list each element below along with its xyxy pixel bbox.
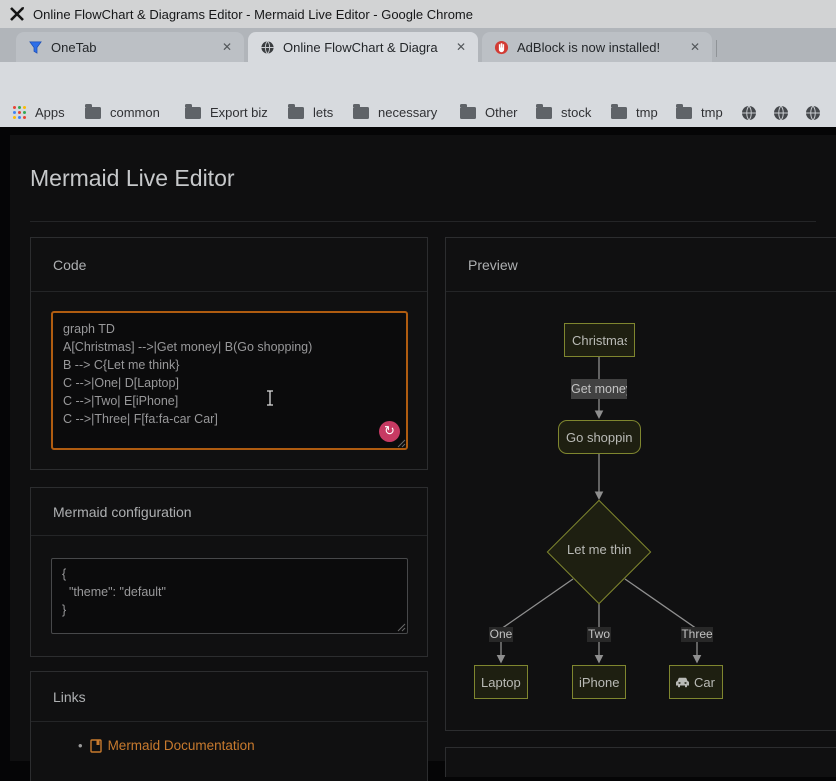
tab-close-icon[interactable]: ✕ [214, 40, 244, 54]
page-viewport: Mermaid Live Editor Code graph TD A[Chri… [0, 127, 836, 761]
resize-handle[interactable] [397, 623, 406, 632]
folder-icon [288, 107, 304, 119]
edge-label-two: Two [587, 627, 611, 642]
window-titlebar: Online FlowChart & Diagrams Editor - Mer… [0, 0, 836, 28]
document-icon [90, 739, 102, 753]
folder-label: necessary [378, 105, 437, 120]
globe-icon [773, 105, 789, 121]
tab-adblock[interactable]: AdBlock is now installed! ✕ [482, 32, 712, 62]
tab-onetab[interactable]: OneTab ✕ [16, 32, 244, 62]
browser-toolbar: ← → ↻ ⌂ localhost:1234/#/edit... ☆ S 3 [0, 62, 836, 98]
node-label: Christmas [572, 333, 627, 348]
preview-panel: Preview [445, 237, 836, 731]
folder-icon [536, 107, 552, 119]
preview-panel-header: Preview [446, 238, 836, 292]
onetab-icon [28, 40, 43, 55]
tab-label: Online FlowChart & Diagra [283, 40, 448, 55]
node-label: Let me think [567, 542, 631, 562]
edge-label-three: Three [681, 627, 713, 642]
list-bullet: • [78, 738, 83, 753]
links-list: • Mermaid Documentation [78, 738, 255, 753]
link-label: Mermaid Documentation [108, 738, 255, 753]
tab-divider [716, 40, 717, 57]
bottom-right-panel [445, 747, 836, 777]
bookmark-folder[interactable]: lets [288, 98, 333, 127]
edge-label-get-money: Get money [571, 379, 627, 399]
bookmark-folder[interactable]: stock [536, 98, 591, 127]
folder-label: common [110, 105, 160, 120]
folder-label: tmp [636, 105, 658, 120]
window-title: Online FlowChart & Diagrams Editor - Mer… [33, 7, 473, 22]
window-favicon-x-icon [9, 6, 25, 22]
config-panel-title: Mermaid configuration [53, 504, 192, 520]
page-container: Mermaid Live Editor Code graph TD A[Chri… [10, 135, 836, 761]
flowchart-node-go-shopping: Go shopping [558, 420, 641, 454]
globe-icon [805, 105, 821, 121]
folder-label: stock [561, 105, 591, 120]
tab-close-icon[interactable]: ✕ [448, 40, 478, 54]
diamond-label-wrap: Let me think [547, 542, 651, 562]
code-panel-title: Code [53, 257, 86, 273]
folder-icon [185, 107, 201, 119]
apps-label: Apps [35, 105, 65, 120]
code-editor-textarea[interactable]: graph TD A[Christmas] -->|Get money| B(G… [51, 311, 408, 450]
node-label: iPhone [579, 675, 619, 690]
bookmark-globe[interactable] [773, 98, 789, 127]
tab-close-icon[interactable]: ✕ [682, 40, 712, 54]
tab-strip: OneTab ✕ Online FlowChart & Diagra ✕ AdB… [0, 28, 836, 62]
globe-icon [260, 40, 275, 55]
flowchart-node-car: Car [669, 665, 723, 699]
folder-icon [85, 107, 101, 119]
tab-mermaid-editor[interactable]: Online FlowChart & Diagra ✕ [248, 32, 478, 62]
text-cursor-icon [265, 390, 275, 406]
code-panel-header: Code [31, 238, 427, 292]
apps-grid-icon [13, 106, 26, 119]
node-label: Laptop [481, 675, 521, 690]
apps-shortcut[interactable]: Apps [13, 98, 65, 127]
preview-panel-title: Preview [468, 257, 518, 273]
tab-label: AdBlock is now installed! [517, 40, 682, 55]
node-label: Car [694, 675, 715, 690]
bookmark-folder[interactable]: common [85, 98, 160, 127]
edge-label-one: One [489, 627, 513, 642]
node-label-wrap: Car [675, 675, 717, 690]
folder-icon [676, 107, 692, 119]
bookmark-globe[interactable] [741, 98, 757, 127]
folder-icon [611, 107, 627, 119]
tab-label: OneTab [51, 40, 214, 55]
folder-icon [460, 107, 476, 119]
globe-icon [741, 105, 757, 121]
node-label: Go shopping [566, 430, 633, 445]
bookmarks-bar: Apps common Export biz lets necessary Ot… [0, 98, 836, 127]
flowchart: Christmas Get money Go shopping Let me t… [446, 292, 835, 731]
bookmark-folder[interactable]: tmp [676, 98, 723, 127]
title-divider [30, 221, 816, 222]
bookmark-folder[interactable]: Export biz [185, 98, 268, 127]
car-icon [675, 677, 690, 688]
folder-icon [353, 107, 369, 119]
page-title: Mermaid Live Editor [30, 165, 235, 192]
links-panel-title: Links [53, 689, 86, 705]
config-panel-header: Mermaid configuration [31, 488, 427, 536]
flowchart-node-iphone: iPhone [572, 665, 626, 699]
bookmark-folder[interactable]: necessary [353, 98, 437, 127]
bookmark-globe[interactable] [805, 98, 821, 127]
resize-handle[interactable] [397, 439, 406, 448]
config-panel: Mermaid configuration { "theme": "defaul… [30, 487, 428, 657]
links-panel-header: Links [31, 672, 427, 722]
mermaid-documentation-link[interactable]: Mermaid Documentation [90, 738, 255, 753]
config-textarea[interactable]: { "theme": "default" } [51, 558, 408, 634]
flowchart-node-christmas: Christmas [564, 323, 635, 357]
folder-label: Export biz [210, 105, 268, 120]
flowchart-node-laptop: Laptop [474, 665, 528, 699]
folder-label: Other [485, 105, 518, 120]
code-panel: Code graph TD A[Christmas] -->|Get money… [30, 237, 428, 470]
folder-label: tmp [701, 105, 723, 120]
bookmark-folder[interactable]: Other [460, 98, 518, 127]
links-panel: Links • Mermaid Documentation [30, 671, 428, 781]
adblock-icon [494, 40, 509, 55]
bookmark-folder[interactable]: tmp [611, 98, 658, 127]
folder-label: lets [313, 105, 333, 120]
